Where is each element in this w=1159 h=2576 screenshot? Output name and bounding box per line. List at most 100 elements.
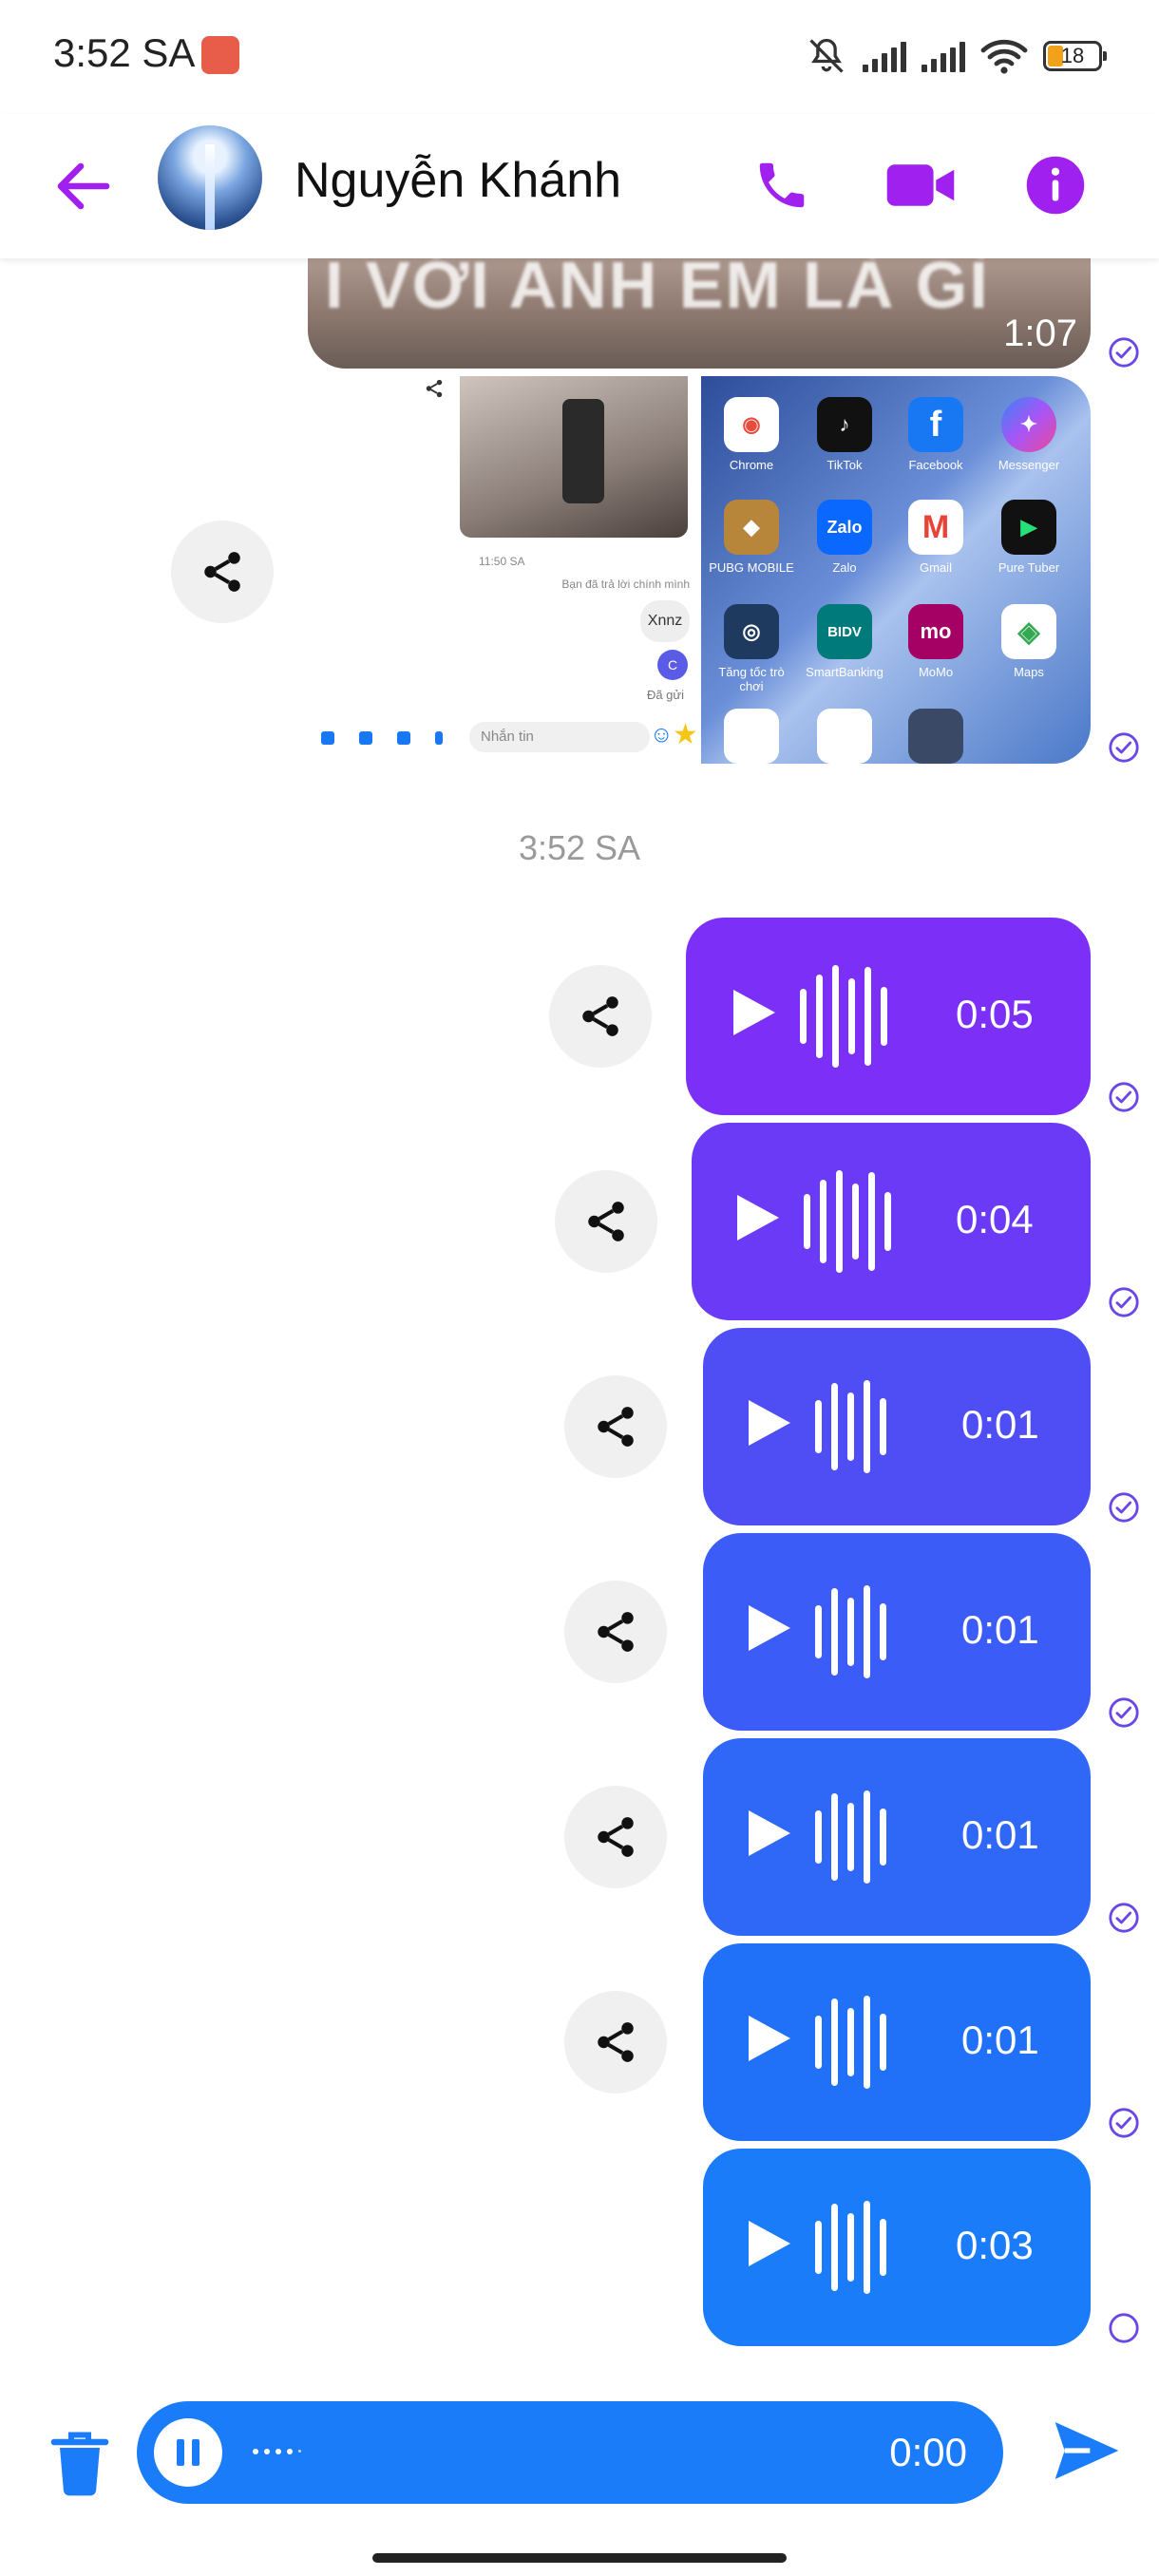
pause-icon (177, 2439, 184, 2466)
play-icon[interactable] (749, 2221, 790, 2266)
play-icon[interactable] (749, 1810, 790, 1856)
mute-bell-icon (809, 38, 844, 73)
video-caption: I VỚI ANH EM LÀ GÌ (325, 258, 990, 322)
share-button[interactable] (564, 1581, 667, 1683)
chat-header: Nguyễn Khánh (0, 114, 1159, 258)
play-icon[interactable] (749, 1605, 790, 1651)
play-icon[interactable] (733, 990, 775, 1035)
share-button[interactable] (555, 1170, 657, 1273)
share-icon (204, 552, 240, 592)
mini-input-bar: Nhắn tin ☺ ★ (317, 718, 698, 756)
puretuber-icon: ▶ (1001, 500, 1056, 555)
info-button[interactable] (1015, 144, 1096, 226)
share-icon (598, 2022, 634, 2062)
app-facebook: f Facebook (889, 397, 982, 472)
image-message-screenshot-chat[interactable]: 11:50 SA Bạn đã trả lời chính mình Xnnz … (308, 376, 699, 764)
dark-app-icon (908, 709, 963, 764)
share-icon (598, 1612, 634, 1652)
battery-level: 18 (1060, 44, 1085, 67)
share-icon (598, 1407, 634, 1447)
sent-check-icon (1109, 1903, 1139, 1933)
sending-circle-icon (1109, 2313, 1139, 2343)
mini-avatar: C (657, 650, 688, 680)
notification-app-icon (201, 36, 239, 74)
gmail-icon: M (908, 500, 963, 555)
play-icon[interactable] (749, 2016, 790, 2061)
status-time: 3:52 SA (53, 30, 196, 75)
play-icon[interactable] (737, 1195, 779, 1241)
sent-check-icon (1109, 732, 1139, 763)
send-icon[interactable] (1049, 2413, 1125, 2489)
smartbanking-icon: BIDV (817, 604, 872, 659)
status-icons: 18 (806, 32, 1107, 80)
pubg-icon: ◆ (724, 500, 779, 555)
video-duration: 1:07 (1003, 313, 1077, 354)
app-pubg: ◆ PUBG MOBILE (705, 500, 798, 575)
video-message[interactable]: I VỚI ANH EM LÀ GÌ 1:07 (308, 258, 1091, 369)
voice-duration: 0:01 (961, 1607, 1039, 1652)
battery-icon: 18 (1043, 41, 1107, 71)
waveform-icon (815, 1989, 886, 2095)
share-button[interactable] (549, 965, 652, 1068)
waveform-icon (815, 2194, 886, 2301)
voice-duration: 0:05 (956, 992, 1034, 1036)
signal-2-icon (922, 40, 965, 72)
video-call-button[interactable] (880, 144, 961, 226)
waveform-icon (815, 1373, 886, 1480)
image-message-screenshot-home[interactable]: ◉ Chrome ♪ TikTok f Facebook ✦ Messenger ◆ PU… (701, 376, 1091, 764)
recording-waveform (253, 2449, 301, 2454)
app-game-booster: ◎ Tăng tốc trò chơi (705, 604, 798, 693)
trash-icon[interactable] (46, 2424, 114, 2500)
share-icon (582, 996, 618, 1036)
pause-button[interactable] (154, 2418, 222, 2487)
waveform-icon (815, 1579, 886, 1685)
tiktok-icon: ♪ (817, 397, 872, 452)
phone-in-photo (562, 399, 604, 503)
contact-name[interactable]: Nguyễn Khánh (294, 152, 621, 209)
diamond-app-icon (817, 709, 872, 764)
app-tiktok: ♪ TikTok (798, 397, 891, 472)
camera-app-icon (724, 709, 779, 764)
app-momo: mo MoMo (889, 604, 982, 679)
status-bar: 3:52 SA 18 (0, 0, 1159, 114)
voice-message[interactable]: 0:05 (686, 918, 1091, 1115)
back-arrow-icon[interactable] (49, 152, 118, 220)
voice-message[interactable]: 0:03 (703, 2149, 1091, 2346)
app-smartbanking: BIDV SmartBanking (798, 604, 891, 679)
composer: 0:00 (0, 2375, 1159, 2576)
play-icon[interactable] (749, 1400, 790, 1446)
mini-emoji-icon: ☺ (650, 722, 674, 748)
chrome-icon: ◉ (724, 397, 779, 452)
sent-check-icon (1109, 2108, 1139, 2138)
mini-input-placeholder: Nhắn tin (469, 722, 650, 752)
messenger-icon: ✦ (1001, 397, 1056, 452)
video-camera-icon (886, 164, 955, 206)
contact-avatar[interactable] (158, 125, 262, 230)
share-button[interactable] (564, 1375, 667, 1478)
voice-message[interactable]: 0:04 (692, 1123, 1091, 1320)
waveform-icon (815, 1784, 886, 1890)
voice-duration: 0:04 (956, 1197, 1034, 1241)
share-button[interactable] (564, 1991, 667, 2093)
voice-message[interactable]: 0:01 (703, 1738, 1091, 1936)
facebook-icon: f (908, 397, 963, 452)
timestamp-divider: 3:52 SA (518, 828, 641, 867)
share-button[interactable] (564, 1786, 667, 1888)
share-button[interactable] (171, 521, 274, 623)
share-icon (598, 1817, 634, 1857)
maps-icon: ◈ (1001, 604, 1056, 659)
recording-time: 0:00 (889, 2430, 967, 2474)
waveform-icon (800, 963, 887, 1070)
sent-check-icon (1109, 1492, 1139, 1523)
signal-icon (863, 40, 906, 72)
mini-star-icon: ★ (673, 719, 698, 750)
voice-call-button[interactable] (741, 144, 823, 226)
phone-icon (759, 162, 805, 208)
sent-check-icon (1109, 1697, 1139, 1728)
voice-duration: 0:01 (961, 1812, 1039, 1857)
voice-message[interactable]: 0:01 (703, 1943, 1091, 2141)
voice-message[interactable]: 0:01 (703, 1533, 1091, 1731)
message-list[interactable]: I VỚI ANH EM LÀ GÌ 1:07 11:50 SA Bạn đã … (0, 258, 1159, 2375)
voice-message[interactable]: 0:01 (703, 1328, 1091, 1525)
mini-bubble: Xnnz (640, 600, 690, 642)
